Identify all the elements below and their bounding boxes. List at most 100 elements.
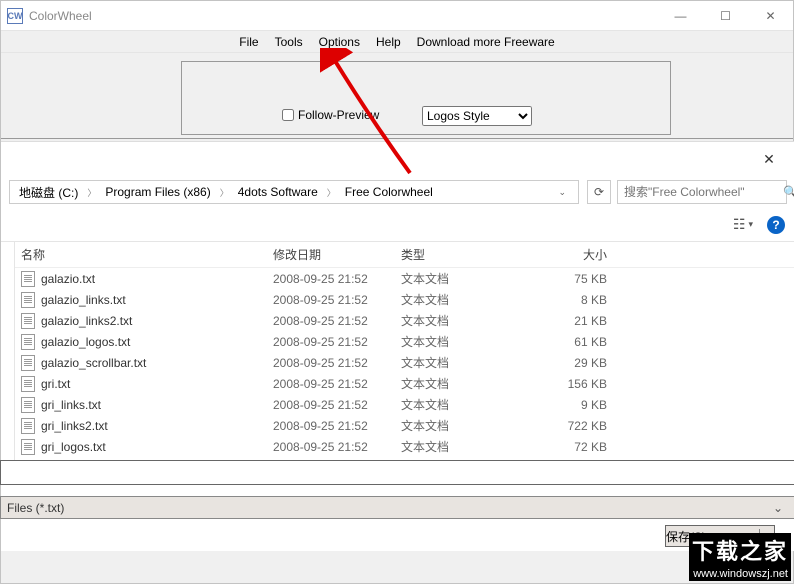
- table-row[interactable]: gri.txt 2008-09-25 21:52文本文档156 KB: [15, 373, 794, 394]
- text-file-icon: [21, 376, 35, 392]
- file-size: 72 KB: [519, 440, 637, 454]
- menu-tools[interactable]: Tools: [269, 33, 309, 51]
- file-type: 文本文档: [401, 417, 519, 434]
- style-select[interactable]: Logos Style: [422, 106, 532, 126]
- file-name: galazio_links.txt: [41, 293, 126, 307]
- search-icon[interactable]: 🔍: [783, 185, 794, 199]
- table-row[interactable]: galazio.txt 2008-09-25 21:52文本文档75 KB: [15, 268, 794, 289]
- file-type: 文本文档: [401, 291, 519, 308]
- file-name: galazio_links2.txt: [41, 314, 132, 328]
- file-date: 2008-09-25 21:52: [273, 398, 401, 412]
- search-input[interactable]: [624, 185, 779, 199]
- file-date: 2008-09-25 21:52: [273, 335, 401, 349]
- table-row[interactable]: galazio_logos.txt 2008-09-25 21:52文本文档61 …: [15, 331, 794, 352]
- file-type: 文本文档: [401, 312, 519, 329]
- file-type: 文本文档: [401, 270, 519, 287]
- text-file-icon: [21, 313, 35, 329]
- chevron-down-icon: ▾: [748, 219, 753, 230]
- chevron-right-icon: 〉: [83, 186, 100, 199]
- file-name: galazio.txt: [41, 272, 95, 286]
- text-file-icon: [21, 334, 35, 350]
- help-button[interactable]: ?: [767, 216, 785, 234]
- text-file-icon: [21, 292, 35, 308]
- file-dialog: ✕ 地磁盘 (C:) 〉 Program Files (x86) 〉 4dots…: [1, 141, 794, 551]
- file-date: 2008-09-25 21:52: [273, 419, 401, 433]
- chevron-down-icon: ⌄: [773, 501, 789, 515]
- text-file-icon: [21, 397, 35, 413]
- file-size: 156 KB: [519, 377, 637, 391]
- menu-file[interactable]: File: [233, 33, 264, 51]
- file-date: 2008-09-25 21:52: [273, 314, 401, 328]
- text-file-icon: [21, 271, 35, 287]
- app-window: CW ColorWheel — ☐ ✕ File Tools Options H…: [0, 0, 794, 584]
- table-row[interactable]: galazio_links2.txt2008-09-25 21:52文本文档21…: [15, 310, 794, 331]
- file-date: 2008-09-25 21:52: [273, 356, 401, 370]
- search-box[interactable]: 🔍: [617, 180, 787, 204]
- app-title: ColorWheel: [29, 9, 658, 23]
- col-header-type[interactable]: 类型: [401, 246, 519, 263]
- file-name: gri_logos.txt: [41, 440, 106, 454]
- text-file-icon: [21, 439, 35, 455]
- follow-preview-label: Follow-Preview: [298, 108, 379, 122]
- dialog-close-button[interactable]: ✕: [749, 145, 789, 173]
- chevron-right-icon: 〉: [216, 186, 233, 199]
- file-type: 文本文档: [401, 354, 519, 371]
- menu-download[interactable]: Download more Freeware: [411, 33, 561, 51]
- column-headers: 名称 修改日期 类型 大小: [15, 242, 794, 268]
- menu-options[interactable]: Options: [313, 33, 366, 51]
- maximize-button[interactable]: ☐: [703, 1, 748, 30]
- table-row[interactable]: galazio_links.txt 2008-09-25 21:52文本文档8 K…: [15, 289, 794, 310]
- file-size: 8 KB: [519, 293, 637, 307]
- breadcrumb-seg-fcw[interactable]: Free Colorwheel: [342, 184, 436, 200]
- breadcrumb-seg-4dots[interactable]: 4dots Software: [235, 184, 321, 200]
- file-date: 2008-09-25 21:52: [273, 377, 401, 391]
- follow-preview-checkbox[interactable]: [282, 109, 294, 121]
- file-name: galazio_scrollbar.txt: [41, 356, 146, 370]
- file-size: 75 KB: [519, 272, 637, 286]
- col-header-date[interactable]: 修改日期: [273, 246, 401, 263]
- file-size: 29 KB: [519, 356, 637, 370]
- file-name: galazio_logos.txt: [41, 335, 130, 349]
- breadcrumb-seg-disk[interactable]: 地磁盘 (C:): [16, 183, 81, 202]
- file-size: 9 KB: [519, 398, 637, 412]
- file-type: 文本文档: [401, 375, 519, 392]
- table-row[interactable]: galazio_scrollbar.txt 2008-09-25 21:52文本文…: [15, 352, 794, 373]
- view-mode-button[interactable]: ☷ ▾: [733, 216, 753, 233]
- file-name: gri_links2.txt: [41, 419, 108, 433]
- table-row[interactable]: gri_logos.txt2008-09-25 21:52文本文档72 KB: [15, 436, 794, 457]
- breadcrumb[interactable]: 地磁盘 (C:) 〉 Program Files (x86) 〉 4dots S…: [9, 180, 579, 204]
- table-row[interactable]: gri_links2.txt2008-09-25 21:52文本文档722 KB: [15, 415, 794, 436]
- table-row[interactable]: gri_links.txt2008-09-25 21:52文本文档9 KB: [15, 394, 794, 415]
- file-date: 2008-09-25 21:52: [273, 440, 401, 454]
- breadcrumb-seg-pf[interactable]: Program Files (x86): [102, 184, 213, 200]
- file-name: gri.txt: [41, 377, 70, 391]
- menubar: File Tools Options Help Download more Fr…: [1, 31, 793, 53]
- dialog-toolbar: ☷ ▾ ?: [1, 208, 794, 242]
- col-header-name[interactable]: 名称: [15, 246, 273, 263]
- list-view-icon: ☷: [733, 216, 746, 233]
- app-icon: CW: [7, 8, 23, 24]
- text-file-icon: [21, 355, 35, 371]
- refresh-button[interactable]: ⟳: [587, 180, 611, 204]
- text-file-icon: [21, 418, 35, 434]
- file-size: 61 KB: [519, 335, 637, 349]
- toolbar-panel: Follow-Preview Logos Style: [181, 61, 671, 135]
- menu-help[interactable]: Help: [370, 33, 407, 51]
- file-date: 2008-09-25 21:52: [273, 272, 401, 286]
- filename-bar[interactable]: [0, 460, 794, 485]
- file-type: 文本文档: [401, 333, 519, 350]
- file-date: 2008-09-25 21:52: [273, 293, 401, 307]
- watermark: 下载之家 www.windowszj.net: [689, 533, 791, 581]
- filter-label: Files (*.txt): [7, 501, 64, 515]
- col-header-size[interactable]: 大小: [519, 246, 637, 263]
- watermark-cn: 下载之家: [689, 533, 791, 567]
- splitter[interactable]: [1, 242, 15, 460]
- close-button[interactable]: ✕: [748, 1, 793, 30]
- toolbar-area: Follow-Preview Logos Style: [1, 53, 793, 139]
- file-name: gri_links.txt: [41, 398, 101, 412]
- minimize-button[interactable]: —: [658, 1, 703, 30]
- file-type-filter[interactable]: Files (*.txt) ⌄: [0, 496, 794, 519]
- titlebar: CW ColorWheel — ☐ ✕: [1, 1, 793, 31]
- chevron-down-icon[interactable]: ⌄: [552, 187, 572, 198]
- file-listing: 名称 修改日期 类型 大小 galazio.txt 2008-09-25 21:5…: [15, 242, 794, 460]
